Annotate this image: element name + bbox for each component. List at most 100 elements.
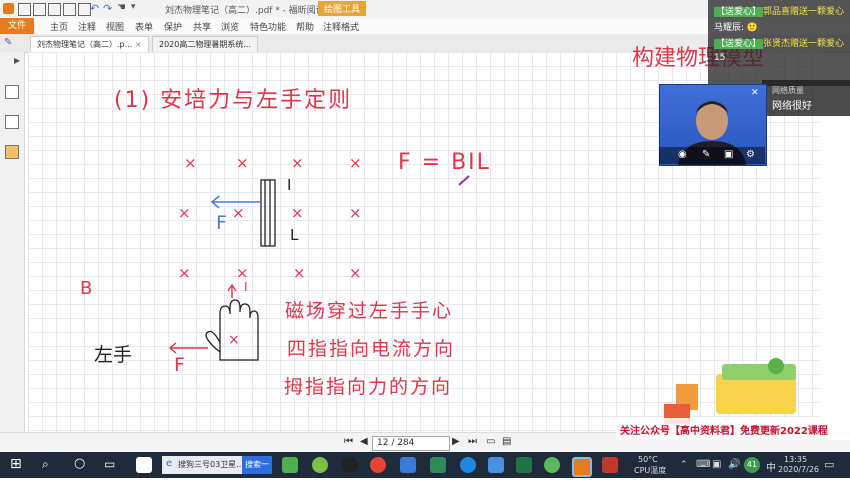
field-symbol: ×	[349, 204, 362, 222]
drawing-tools-tab[interactable]: 绘图工具	[318, 1, 367, 16]
bookmark-icon[interactable]	[5, 85, 19, 99]
single-page-icon[interactable]: ▭	[486, 436, 495, 447]
pen-icon[interactable]: ✎	[702, 149, 710, 160]
keyboard-icon[interactable]: ⌨	[696, 459, 710, 470]
field-symbol: ×	[228, 332, 240, 348]
chrome-icon[interactable]	[370, 457, 386, 473]
tab-label: 2020高二物理暑期系统...	[159, 40, 251, 49]
tray-expand-icon[interactable]: ⌃	[680, 460, 688, 470]
customize-dropdown-icon[interactable]: ▾	[131, 2, 136, 12]
clock-date[interactable]: 2020/7/26	[778, 465, 819, 474]
sidebar-toggle-icon[interactable]: ✎	[4, 37, 12, 48]
tab-label: 刘杰物理笔记（高二）.p...	[37, 40, 133, 49]
menu-view[interactable]: 视图	[106, 20, 124, 33]
settings-icon[interactable]: ⚙	[746, 149, 755, 160]
camera-icon[interactable]: ◉	[678, 149, 687, 160]
sheets-icon[interactable]	[516, 457, 532, 473]
menu-help[interactable]: 帮助	[296, 20, 314, 33]
label-field-b: B	[80, 278, 93, 299]
promo-text: 关注公众号【高中资料君】免费更新2022课程	[620, 426, 828, 437]
print-icon[interactable]	[48, 3, 61, 16]
menu-share[interactable]: 共享	[193, 20, 211, 33]
photos-icon[interactable]	[488, 457, 504, 473]
label-force-f-hand: F	[174, 354, 185, 376]
chat-text: 张贤杰赠送一颗爱心	[763, 39, 845, 49]
force-arrow	[210, 195, 262, 209]
close-icon[interactable]: ×	[135, 40, 142, 49]
comments-icon[interactable]	[5, 145, 19, 159]
conductor-rod	[260, 179, 276, 247]
media-icon[interactable]	[602, 457, 618, 473]
excel-icon[interactable]	[430, 457, 446, 473]
undo-icon[interactable]: ↶	[90, 2, 99, 15]
screen-icon[interactable]: ▣	[724, 149, 733, 160]
network-quality-value: 网络很好	[772, 101, 812, 112]
cpu-temperature-label: CPU温度	[634, 466, 667, 475]
label-length-l: L	[290, 226, 299, 244]
mail-icon[interactable]	[400, 457, 416, 473]
first-page-icon[interactable]: ⏮	[344, 436, 353, 447]
next-page-icon[interactable]: ▶	[452, 436, 460, 447]
label-left-hand: 左手	[94, 344, 133, 366]
menu-home[interactable]: 主页	[50, 20, 68, 33]
close-video-icon[interactable]: ✕	[751, 88, 759, 98]
chat-text: 郭品喜赠送一颗爱心	[763, 7, 845, 17]
foxit-reader-icon[interactable]	[572, 457, 592, 477]
label-force-f: F	[216, 212, 227, 234]
menu-annotation-format[interactable]: 注释格式	[323, 20, 359, 33]
save-icon[interactable]	[33, 3, 46, 16]
menu-browse[interactable]: 浏览	[221, 20, 239, 33]
heading-ampere-force: (1) 安培力与左手定则	[114, 88, 353, 113]
last-page-icon[interactable]: ⏭	[468, 436, 477, 447]
clock-time[interactable]: 13:35	[784, 455, 807, 464]
network-icon[interactable]: ▣	[712, 459, 721, 470]
task-view-icon[interactable]: ▭	[104, 457, 115, 471]
redo-icon[interactable]: ↷	[103, 2, 112, 15]
hand-tool-icon[interactable]: ☚	[117, 2, 126, 13]
menu-features[interactable]: 特色功能	[250, 20, 286, 33]
menu-protect[interactable]: 保护	[164, 20, 182, 33]
tab-document-2[interactable]: 2020高二物理暑期系统...	[152, 36, 258, 52]
cortana-icon[interactable]: ○	[74, 456, 85, 471]
field-symbol: ×	[236, 154, 249, 172]
windows-start-icon[interactable]: ⊞	[10, 456, 22, 472]
rule-line-3: 拇指指向力的方向	[284, 376, 453, 398]
menu-comment[interactable]: 注释	[78, 20, 96, 33]
network-quality-label: 网络质量	[772, 86, 804, 95]
label-current-i: I	[287, 176, 292, 194]
file-menu[interactable]: 文件	[0, 18, 34, 34]
ime-indicator[interactable]: 中	[766, 459, 776, 474]
edge-icon[interactable]	[460, 457, 476, 473]
app-logo-icon[interactable]	[3, 3, 14, 14]
menu-form[interactable]: 表单	[135, 20, 153, 33]
page-icon[interactable]	[63, 3, 76, 16]
page-thumbnails-icon[interactable]	[5, 115, 19, 129]
chat-message: 15	[714, 53, 726, 63]
previous-page-icon[interactable]: ◀	[360, 436, 368, 447]
volume-icon[interactable]: 🔊	[728, 459, 740, 470]
pinwheel-app-icon[interactable]	[136, 457, 152, 473]
taskbar-search-box[interactable]: 搜狗三号03卫星...	[162, 456, 242, 474]
qq-icon[interactable]	[342, 457, 358, 473]
action-center-icon[interactable]: ▭	[824, 458, 834, 471]
browser-icon[interactable]	[544, 457, 560, 473]
continuous-page-icon[interactable]: ▤	[502, 436, 511, 447]
search-icon[interactable]: ⌕	[42, 457, 49, 472]
field-symbol: ×	[293, 264, 306, 282]
temperature-value: 50°C	[638, 455, 658, 464]
field-symbol: ×	[291, 204, 304, 222]
open-icon[interactable]	[18, 3, 31, 16]
field-symbol: ×	[291, 154, 304, 172]
notification-count-badge[interactable]: 41	[744, 457, 760, 473]
rule-line-1: 磁场穿过左手手心	[285, 300, 454, 322]
gift-badge: 【送爱心】	[714, 7, 764, 17]
left-navigation-panel	[0, 52, 25, 452]
chat-message: 【送爱心】 张贤杰赠送一颗爱心	[714, 36, 844, 49]
app-icon[interactable]	[312, 457, 328, 473]
wechat-icon[interactable]	[282, 457, 298, 473]
page-number-input[interactable]: 12 / 284	[372, 436, 450, 451]
taskbar-search-button[interactable]: 搜索一下	[242, 456, 272, 487]
window-title: 刘杰物理笔记（高二）.pdf * - 福昕阅读器	[165, 6, 334, 16]
expand-panel-icon[interactable]: ▶	[14, 56, 20, 65]
tab-document-1[interactable]: 刘杰物理笔记（高二）.p... ×	[30, 36, 149, 52]
